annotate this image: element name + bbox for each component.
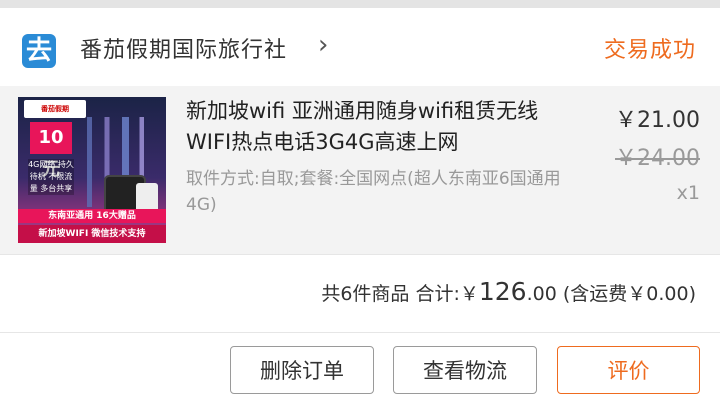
order-status: 交易成功 <box>603 38 696 63</box>
summary-text: 共6件商品 合计:￥126.00 (含运费￥0.00) <box>321 277 696 306</box>
order-summary: 共6件商品 合计:￥126.00 (含运费￥0.00) <box>0 254 720 333</box>
product-spec: 取件方式:自取;套餐:全国网点(超人东南亚6国通用4G) <box>186 169 561 215</box>
total-currency: ￥ <box>459 283 479 305</box>
product-original-price: ￥24.00 <box>615 146 700 171</box>
review-button[interactable]: 评价 <box>557 346 700 394</box>
thumbnail-banner-top: 东南亚通用 16大赠品 <box>18 209 166 223</box>
view-logistics-button[interactable]: 查看物流 <box>393 346 537 394</box>
top-divider <box>0 0 720 8</box>
total-decimal: .00 <box>526 283 557 305</box>
thumbnail-logo: 番茄假期 <box>24 100 86 118</box>
item-count: 共6件商品 <box>321 283 410 305</box>
product-title[interactable]: 新加坡wifi 亚洲通用随身wifi租赁无线WIFI热点电话3G4G高速上网 <box>186 96 566 158</box>
shop-logo-icon: 去 <box>22 34 56 68</box>
order-actions: 删除订单 查看物流 评价 <box>0 332 720 408</box>
total-amount: 126 <box>478 277 527 306</box>
total-label: 合计: <box>415 283 460 305</box>
thumbnail-banner-bottom: 新加坡WIFI 微信技术支持 <box>18 225 166 243</box>
thumbnail-price-badge: 10元 <box>30 122 72 180</box>
shipping-note: (含运费￥0.00) <box>562 283 696 305</box>
shop-header[interactable]: 去 番茄假期国际旅行社 › 交易成功 <box>0 8 720 86</box>
chevron-right-icon[interactable]: › <box>318 30 328 60</box>
thumbnail-features: 4G网络 持久待机 不限流量 多台共享 <box>28 159 74 195</box>
delete-order-button[interactable]: 删除订单 <box>230 346 374 394</box>
product-quantity: x1 <box>676 182 700 204</box>
order-item[interactable]: 番茄假期 10元 4G网络 持久待机 不限流量 多台共享 东南亚通用 16大赠品… <box>0 86 720 254</box>
product-price: ￥21.00 <box>615 108 700 133</box>
shop-name[interactable]: 番茄假期国际旅行社 <box>80 32 287 64</box>
product-thumbnail[interactable]: 番茄假期 10元 4G网络 持久待机 不限流量 多台共享 东南亚通用 16大赠品… <box>18 97 166 243</box>
